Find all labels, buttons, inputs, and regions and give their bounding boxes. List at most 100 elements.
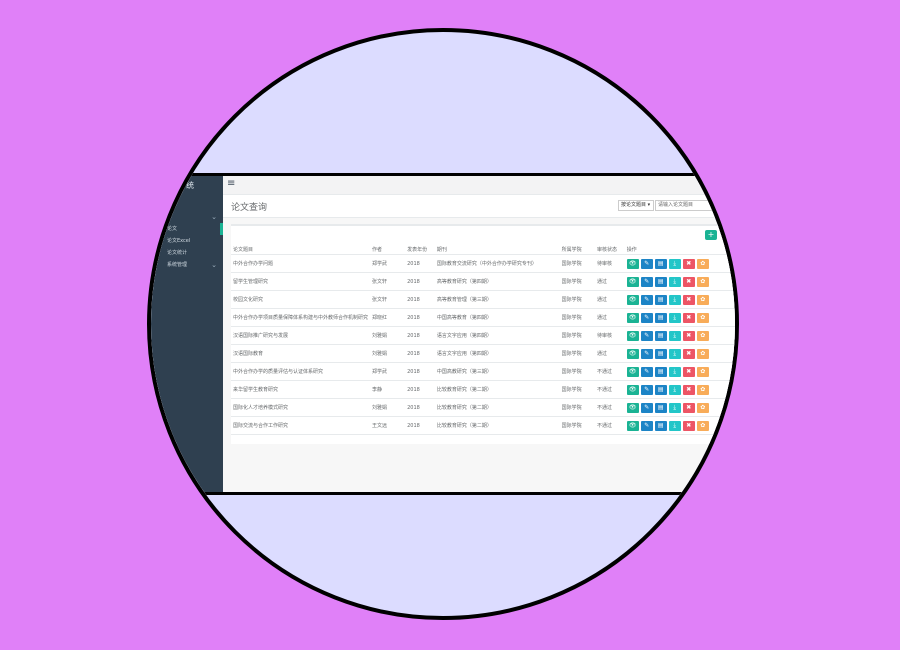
cell-college: 国际学院 xyxy=(559,398,596,417)
file-icon[interactable]: ▤ xyxy=(654,312,667,323)
delete-icon[interactable]: ✖ xyxy=(682,276,695,287)
cell-author: 郑学武 xyxy=(370,362,406,381)
audit-icon[interactable]: ✿ xyxy=(696,366,709,377)
download-icon[interactable]: ⤓ xyxy=(668,294,681,305)
edit-icon[interactable]: ✎ xyxy=(640,276,653,287)
edit-icon[interactable]: ✎ xyxy=(640,402,653,413)
sidebar-item-system[interactable]: 系统管理 ⌄ xyxy=(151,259,223,271)
edit-icon[interactable]: ✎ xyxy=(640,330,653,341)
cell-title: 留学生管理研究 xyxy=(231,272,371,291)
table-row: 国际交流与合作工作研究 王文远 2018 比较教育研究（第二期） 国际学院 不通过 👁 ✎ ▤ ⤓… xyxy=(231,416,735,435)
view-icon[interactable]: 👁 xyxy=(626,420,639,431)
edit-icon[interactable]: ✎ xyxy=(640,384,653,395)
download-icon[interactable]: ⤓ xyxy=(668,402,681,413)
audit-icon[interactable]: ✿ xyxy=(696,294,709,305)
download-icon[interactable]: ⤓ xyxy=(668,330,681,341)
download-icon[interactable]: ⤓ xyxy=(668,258,681,269)
delete-icon[interactable]: ✖ xyxy=(682,258,695,269)
table-row: 中外合作办学问题 郑学武 2018 国际教育交流研究（中外合作办学研究专刊） 国际学院待… xyxy=(231,254,735,273)
sidebar-item-excel[interactable]: 论文Excel xyxy=(151,235,223,247)
download-icon[interactable]: ⤓ xyxy=(668,384,681,395)
view-icon[interactable]: 👁 xyxy=(626,312,639,323)
file-icon[interactable]: ▤ xyxy=(654,384,667,395)
cell-title: 汉语国际推广研究与发展 xyxy=(231,326,371,345)
sidebar-item-papers[interactable]: 论文 xyxy=(151,223,223,235)
cell-title: 校园文化研究 xyxy=(231,290,371,309)
delete-icon[interactable]: ✖ xyxy=(682,312,695,323)
table-header-row: 论文题目 作者 发表年份 期刊 所属学院 审核状态 操作 xyxy=(231,244,735,255)
row-actions: 👁 ✎ ▤ ⤓ ✖ ✿ xyxy=(626,258,735,269)
search-field-select[interactable]: 按论文题目 ▾ xyxy=(618,200,654,211)
download-icon[interactable]: ⤓ xyxy=(668,312,681,323)
add-paper-button[interactable]: + xyxy=(705,230,717,240)
search-button[interactable]: › xyxy=(715,199,718,207)
view-icon[interactable]: 👁 xyxy=(626,258,639,269)
delete-icon[interactable]: ✖ xyxy=(682,366,695,377)
delete-icon[interactable]: ✖ xyxy=(682,384,695,395)
cell-title: 来华留学生教育研究 xyxy=(231,380,371,399)
hamburger-menu-icon[interactable]: ≡ xyxy=(227,178,235,189)
audit-icon[interactable]: ✿ xyxy=(696,384,709,395)
delete-icon[interactable]: ✖ xyxy=(682,420,695,431)
delete-icon[interactable]: ✖ xyxy=(682,402,695,413)
file-icon[interactable]: ▤ xyxy=(654,402,667,413)
file-icon[interactable]: ▤ xyxy=(654,276,667,287)
edit-icon[interactable]: ✎ xyxy=(640,312,653,323)
cell-journal: 国际教育交流研究（中外合作办学研究专刊） xyxy=(434,254,560,273)
audit-icon[interactable]: ✿ xyxy=(696,312,709,323)
cell-title: 中外合作办学问题 xyxy=(231,254,371,273)
audit-icon[interactable]: ✿ xyxy=(696,276,709,287)
cell-year: 2018 xyxy=(405,380,435,399)
sidebar-item-stats[interactable]: 论文统计 xyxy=(151,247,223,259)
edit-icon[interactable]: ✎ xyxy=(640,420,653,431)
download-icon[interactable]: ⤓ xyxy=(668,366,681,377)
file-icon[interactable]: ▤ xyxy=(654,258,667,269)
delete-icon[interactable]: ✖ xyxy=(682,294,695,305)
file-icon[interactable]: ▤ xyxy=(654,330,667,341)
cell-actions: 👁 ✎ ▤ ⤓ ✖ ✿ xyxy=(624,308,735,327)
file-icon[interactable]: ▤ xyxy=(654,348,667,359)
download-icon[interactable]: ⤓ xyxy=(668,276,681,287)
audit-icon[interactable]: ✿ xyxy=(696,402,709,413)
view-icon[interactable]: 👁 xyxy=(626,294,639,305)
cell-college: 国际学院 xyxy=(559,416,596,435)
cell-author: 郑学武 xyxy=(370,254,406,273)
file-icon[interactable]: ▤ xyxy=(654,420,667,431)
app-window: 系统 ⌄ 论文 论文Excel 论文统计 系统管理 ⌄ ≡ 论文查询 按论文题目… xyxy=(151,173,735,495)
audit-icon[interactable]: ✿ xyxy=(696,258,709,269)
audit-icon[interactable]: ✿ xyxy=(696,348,709,359)
edit-icon[interactable]: ✎ xyxy=(640,258,653,269)
view-icon[interactable]: 👁 xyxy=(626,366,639,377)
cell-author: 刘雅娟 xyxy=(370,326,406,345)
row-actions: 👁 ✎ ▤ ⤓ ✖ ✿ xyxy=(626,330,735,341)
edit-icon[interactable]: ✎ xyxy=(640,366,653,377)
column-header-author: 作者 xyxy=(370,244,406,255)
cell-status: 通过 xyxy=(595,344,625,363)
view-icon[interactable]: 👁 xyxy=(626,330,639,341)
edit-icon[interactable]: ✎ xyxy=(640,294,653,305)
row-actions: 👁 ✎ ▤ ⤓ ✖ ✿ xyxy=(626,294,735,305)
table-row: 中外合作办学项目质量保障体系构建与中外教师合作机制研究 郑晓红 2018 中国高等教育… xyxy=(231,308,735,327)
sidebar-item-group[interactable]: ⌄ xyxy=(151,211,223,223)
chevron-down-icon: ⌄ xyxy=(211,261,217,269)
view-icon[interactable]: 👁 xyxy=(626,402,639,413)
download-icon[interactable]: ⤓ xyxy=(668,420,681,431)
column-header-college: 所属学院 xyxy=(559,244,596,255)
search-input[interactable]: 请输入论文题目 xyxy=(655,200,713,211)
download-icon[interactable]: ⤓ xyxy=(668,348,681,359)
view-icon[interactable]: 👁 xyxy=(626,348,639,359)
delete-icon[interactable]: ✖ xyxy=(682,330,695,341)
file-icon[interactable]: ▤ xyxy=(654,294,667,305)
audit-icon[interactable]: ✿ xyxy=(696,420,709,431)
edit-icon[interactable]: ✎ xyxy=(640,348,653,359)
cell-year: 2018 xyxy=(405,326,435,345)
file-icon[interactable]: ▤ xyxy=(654,366,667,377)
audit-icon[interactable]: ✿ xyxy=(696,330,709,341)
view-icon[interactable]: 👁 xyxy=(626,384,639,395)
sidebar-item-label: 论文统计 xyxy=(167,250,188,256)
chevron-down-icon: ⌄ xyxy=(211,213,217,221)
view-icon[interactable]: 👁 xyxy=(626,276,639,287)
delete-icon[interactable]: ✖ xyxy=(682,348,695,359)
cell-journal: 中国高等教育（第四期） xyxy=(434,308,560,327)
column-header-title: 论文题目 xyxy=(231,244,371,255)
